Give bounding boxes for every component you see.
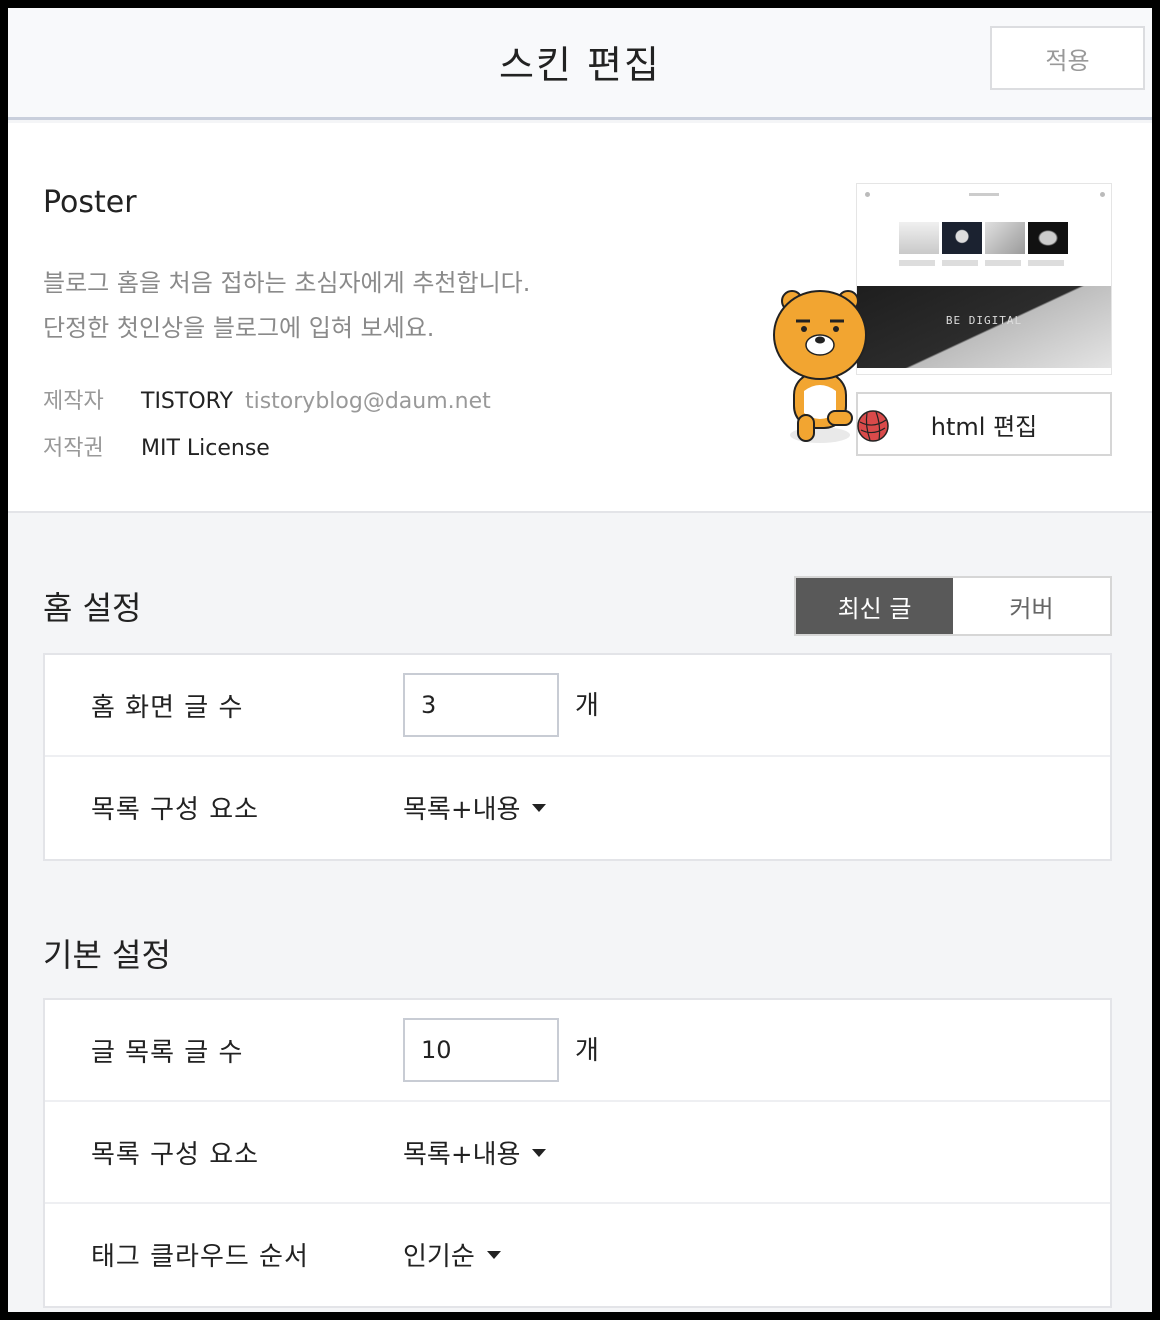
apply-button[interactable]: 적용 xyxy=(990,26,1145,90)
list-post-count-input[interactable] xyxy=(403,1018,559,1082)
home-settings-title: 홈 설정 xyxy=(43,589,142,627)
caret-down-icon xyxy=(486,1250,501,1259)
html-edit-button[interactable]: html 편집 xyxy=(856,392,1112,456)
description-line-2: 단정한 첫인상을 블로그에 입혀 보세요. xyxy=(43,314,435,342)
license-label: 저작권 xyxy=(43,436,104,461)
preview-cards xyxy=(899,222,1068,254)
home-mode-toggle: 최신 글 커버 xyxy=(794,576,1112,636)
header-bar: 스킨 편집 적용 xyxy=(8,8,1152,120)
author-email: tistoryblog@daum.net xyxy=(244,389,491,414)
list-components-label: 목록 구성 요소 xyxy=(91,795,260,825)
skin-preview-thumbnail: BE DIGITAL xyxy=(856,183,1112,375)
list-components-label: 목록 구성 요소 xyxy=(91,1140,260,1170)
page-title: 스킨 편집 xyxy=(499,43,661,87)
tag-cloud-order-dropdown[interactable]: 인기순 xyxy=(403,1236,501,1273)
mode-cover-button[interactable]: 커버 xyxy=(953,578,1110,634)
setting-row: 글 목록 글 수 개 xyxy=(45,1000,1110,1102)
dropdown-value: 인기순 xyxy=(403,1242,475,1272)
preview-menu-dot xyxy=(865,192,870,197)
setting-row: 목록 구성 요소 목록+내용 xyxy=(45,757,1110,859)
home-post-count-input[interactable] xyxy=(403,673,559,737)
caret-down-icon xyxy=(532,1148,547,1157)
skin-description: 블로그 홈을 처음 접하는 초심자에게 추천합니다. 단정한 첫인상을 블로그에… xyxy=(43,261,530,351)
basic-settings-panel: 글 목록 글 수 개 목록 구성 요소 목록+내용 태그 클라우드 순서 인기순 xyxy=(43,998,1112,1308)
preview-card xyxy=(1028,222,1068,254)
mode-latest-posts-button[interactable]: 최신 글 xyxy=(796,578,953,634)
unit-label: 개 xyxy=(575,691,599,721)
skin-editor-window: 스킨 편집 적용 Poster 블로그 홈을 처음 접하는 초심자에게 추천합니… xyxy=(8,8,1152,1312)
author-row: 제작자 TISTORY tistoryblog@daum.net xyxy=(43,383,491,415)
basic-settings-title: 기본 설정 xyxy=(43,936,171,974)
caret-down-icon xyxy=(532,803,547,812)
setting-row: 목록 구성 요소 목록+내용 xyxy=(45,1102,1110,1204)
license-row: 저작권 MIT License xyxy=(43,430,270,462)
dropdown-value: 목록+내용 xyxy=(403,1140,521,1170)
preview-search-dot xyxy=(1100,192,1105,197)
list-components-dropdown[interactable]: 목록+내용 xyxy=(403,1134,547,1171)
list-post-count-label: 글 목록 글 수 xyxy=(91,1038,244,1068)
home-settings-panel: 홈 화면 글 수 개 목록 구성 요소 목록+내용 xyxy=(43,653,1112,861)
yarn-ball-icon xyxy=(857,410,889,442)
author-label: 제작자 xyxy=(43,389,104,414)
preview-card xyxy=(942,222,982,254)
skin-name: Poster xyxy=(43,185,137,220)
skin-info-panel: Poster 블로그 홈을 처음 접하는 초심자에게 추천합니다. 단정한 첫인… xyxy=(8,123,1152,513)
setting-row: 홈 화면 글 수 개 xyxy=(45,655,1110,757)
license-value: MIT License xyxy=(141,436,270,461)
preview-card xyxy=(985,222,1025,254)
tag-cloud-order-label: 태그 클라우드 순서 xyxy=(91,1242,309,1272)
preview-logo xyxy=(969,193,999,196)
description-line-1: 블로그 홈을 처음 접하는 초심자에게 추천합니다. xyxy=(43,269,531,297)
preview-captions xyxy=(899,260,1069,266)
preview-banner xyxy=(857,286,1111,368)
preview-card xyxy=(899,222,939,254)
author-name: TISTORY xyxy=(141,389,233,414)
list-components-dropdown[interactable]: 목록+내용 xyxy=(403,789,547,826)
preview-banner-text: BE DIGITAL xyxy=(945,314,1023,327)
setting-row: 태그 클라우드 순서 인기순 xyxy=(45,1204,1110,1306)
home-post-count-label: 홈 화면 글 수 xyxy=(91,693,244,723)
preview-header xyxy=(857,184,1111,204)
unit-label: 개 xyxy=(575,1036,599,1066)
dropdown-value: 목록+내용 xyxy=(403,795,521,825)
